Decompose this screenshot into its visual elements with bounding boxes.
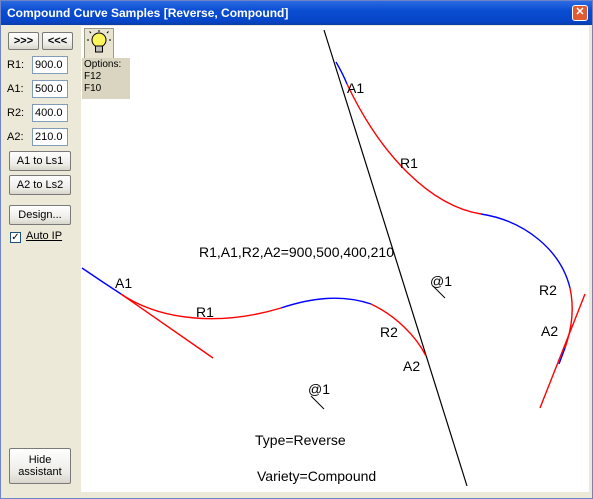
label-r2-right: R2 xyxy=(539,282,557,298)
a1-label: A1: xyxy=(7,83,24,95)
window-title: Compound Curve Samples [Reverse, Compoun… xyxy=(7,6,289,20)
label-r1-left: R1 xyxy=(196,304,214,320)
center-mark-left xyxy=(310,395,325,410)
label-r2-left: R2 xyxy=(380,324,398,340)
a1-field[interactable] xyxy=(32,80,68,98)
assistant-bulb-button[interactable] xyxy=(84,28,114,60)
a2-label: A2: xyxy=(7,131,24,143)
clothoid-mid xyxy=(280,297,372,309)
design-button[interactable]: Design... xyxy=(9,205,71,225)
clothoid-right xyxy=(480,213,571,289)
title-bar[interactable]: Compound Curve Samples [Reverse, Compoun… xyxy=(1,1,592,25)
label-r1-top: R1 xyxy=(400,155,418,171)
options-box: Options: F12 F10 xyxy=(82,58,130,99)
variety-text: Variety=Compound xyxy=(257,468,376,484)
a1-to-ls1-button[interactable]: A1 to Ls1 xyxy=(9,151,71,171)
auto-ip-checkbox[interactable]: ✓ xyxy=(10,232,21,243)
close-icon[interactable]: ✕ xyxy=(572,5,588,21)
drawing-canvas[interactable]: A1 R1 R2 A2 @1 A1 R1 R2 A2 @1 R1,A1,R2,A… xyxy=(81,26,589,492)
r1-label: R1: xyxy=(7,59,25,71)
assistant-panel: >>> <<< R1: A1: R2: A2: A1 to Ls1 A2 to … xyxy=(6,30,76,490)
auto-ip-label[interactable]: Auto IP xyxy=(26,230,62,242)
hide-assistant-line1: Hide xyxy=(28,454,52,466)
r2-field[interactable] xyxy=(32,104,68,122)
hide-assistant-line2: assistant xyxy=(18,466,62,478)
curve-drawing: A1 R1 R2 A2 @1 A1 R1 R2 A2 @1 R1,A1,R2,A… xyxy=(81,29,586,487)
option-f12: F12 xyxy=(84,71,102,82)
label-at1-left: @1 xyxy=(308,381,330,397)
arc-top xyxy=(346,83,482,215)
a2-field[interactable] xyxy=(32,128,68,146)
arc-right xyxy=(564,287,573,349)
label-a2-right: A2 xyxy=(541,323,558,339)
label-at1-right: @1 xyxy=(430,273,452,289)
tangent-right xyxy=(539,293,586,409)
label-a1-left: A1 xyxy=(115,275,132,291)
options-title: Options: xyxy=(84,59,122,70)
lightbulb-icon xyxy=(87,30,111,53)
label-a2-left: A2 xyxy=(403,358,420,374)
hide-assistant-button[interactable]: Hide assistant xyxy=(9,448,71,484)
type-text: Type=Reverse xyxy=(255,432,346,448)
next-button[interactable]: >>> xyxy=(8,32,39,50)
r2-label: R2: xyxy=(7,107,25,119)
option-f10: F10 xyxy=(84,83,102,94)
previous-button[interactable]: <<< xyxy=(42,32,73,50)
a2-to-ls2-button[interactable]: A2 to Ls2 xyxy=(9,175,71,195)
label-a1-top: A1 xyxy=(347,80,364,96)
summary-text: R1,A1,R2,A2=900,500,400,210 xyxy=(199,244,394,260)
r1-field[interactable] xyxy=(32,56,68,74)
